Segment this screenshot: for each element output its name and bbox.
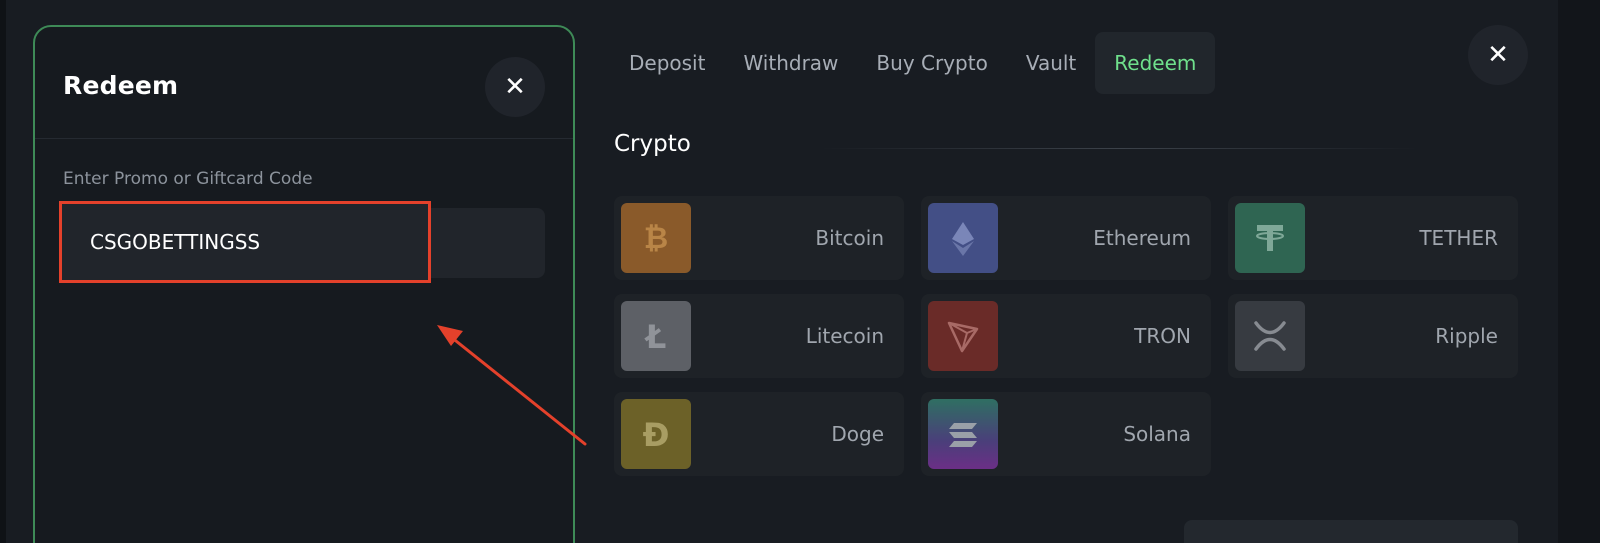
- tether-icon: [1235, 203, 1305, 273]
- tron-icon: [928, 301, 998, 371]
- promo-code-input[interactable]: [59, 201, 431, 283]
- redeem-panel-close-button[interactable]: ✕: [485, 57, 545, 117]
- tab-vault[interactable]: Vault: [1007, 32, 1095, 94]
- coin-name: Solana: [1123, 422, 1191, 446]
- coin-name: Ethereum: [1093, 226, 1191, 250]
- promo-code-label: Enter Promo or Giftcard Code: [63, 169, 313, 189]
- ethereum-icon: [928, 203, 998, 273]
- tab-buy-crypto[interactable]: Buy Crypto: [857, 32, 1006, 94]
- section-divider: [820, 148, 1420, 149]
- coin-name: Litecoin: [805, 324, 884, 348]
- bottom-action-button[interactable]: [1184, 520, 1518, 543]
- crypto-card-ethereum[interactable]: Ethereum: [921, 196, 1211, 280]
- coin-name: TRON: [1134, 324, 1191, 348]
- crypto-card-tron[interactable]: TRON: [921, 294, 1211, 378]
- crypto-card-doge[interactable]: Ð Doge: [614, 392, 904, 476]
- redeem-panel: Redeem ✕ Enter Promo or Giftcard Code: [33, 25, 575, 543]
- crypto-card-solana[interactable]: Solana: [921, 392, 1211, 476]
- crypto-card-ripple[interactable]: Ripple: [1228, 294, 1518, 378]
- crypto-card-bitcoin[interactable]: ₿ Bitcoin: [614, 196, 904, 280]
- crypto-grid: ₿ Bitcoin Ethereum TETHER Ł Litecoin TRO…: [614, 196, 1518, 476]
- coin-name: Doge: [831, 422, 884, 446]
- coin-name: TETHER: [1419, 226, 1498, 250]
- close-icon: ✕: [1487, 40, 1509, 70]
- doge-icon: Ð: [621, 399, 691, 469]
- coin-name: Ripple: [1435, 324, 1498, 348]
- bitcoin-icon: ₿: [621, 203, 691, 273]
- svg-text:Ł: Ł: [644, 318, 667, 356]
- svg-text:Ð: Ð: [643, 416, 670, 454]
- solana-icon: [928, 399, 998, 469]
- panel-divider: [35, 138, 573, 139]
- crypto-card-tether[interactable]: TETHER: [1228, 196, 1518, 280]
- litecoin-icon: Ł: [621, 301, 691, 371]
- crypto-card-litecoin[interactable]: Ł Litecoin: [614, 294, 904, 378]
- tab-deposit[interactable]: Deposit: [610, 32, 724, 94]
- tab-redeem[interactable]: Redeem: [1095, 32, 1216, 94]
- svg-text:₿: ₿: [644, 221, 668, 256]
- wallet-tabs: Deposit Withdraw Buy Crypto Vault Redeem: [610, 32, 1216, 94]
- ripple-icon: [1235, 301, 1305, 371]
- coin-name: Bitcoin: [815, 226, 884, 250]
- tab-withdraw[interactable]: Withdraw: [724, 32, 857, 94]
- redeem-panel-title: Redeem: [63, 71, 179, 100]
- close-icon: ✕: [504, 72, 526, 102]
- modal-close-button[interactable]: ✕: [1468, 25, 1528, 85]
- crypto-section-title: Crypto: [614, 131, 691, 157]
- background-page-edge: [1558, 0, 1600, 543]
